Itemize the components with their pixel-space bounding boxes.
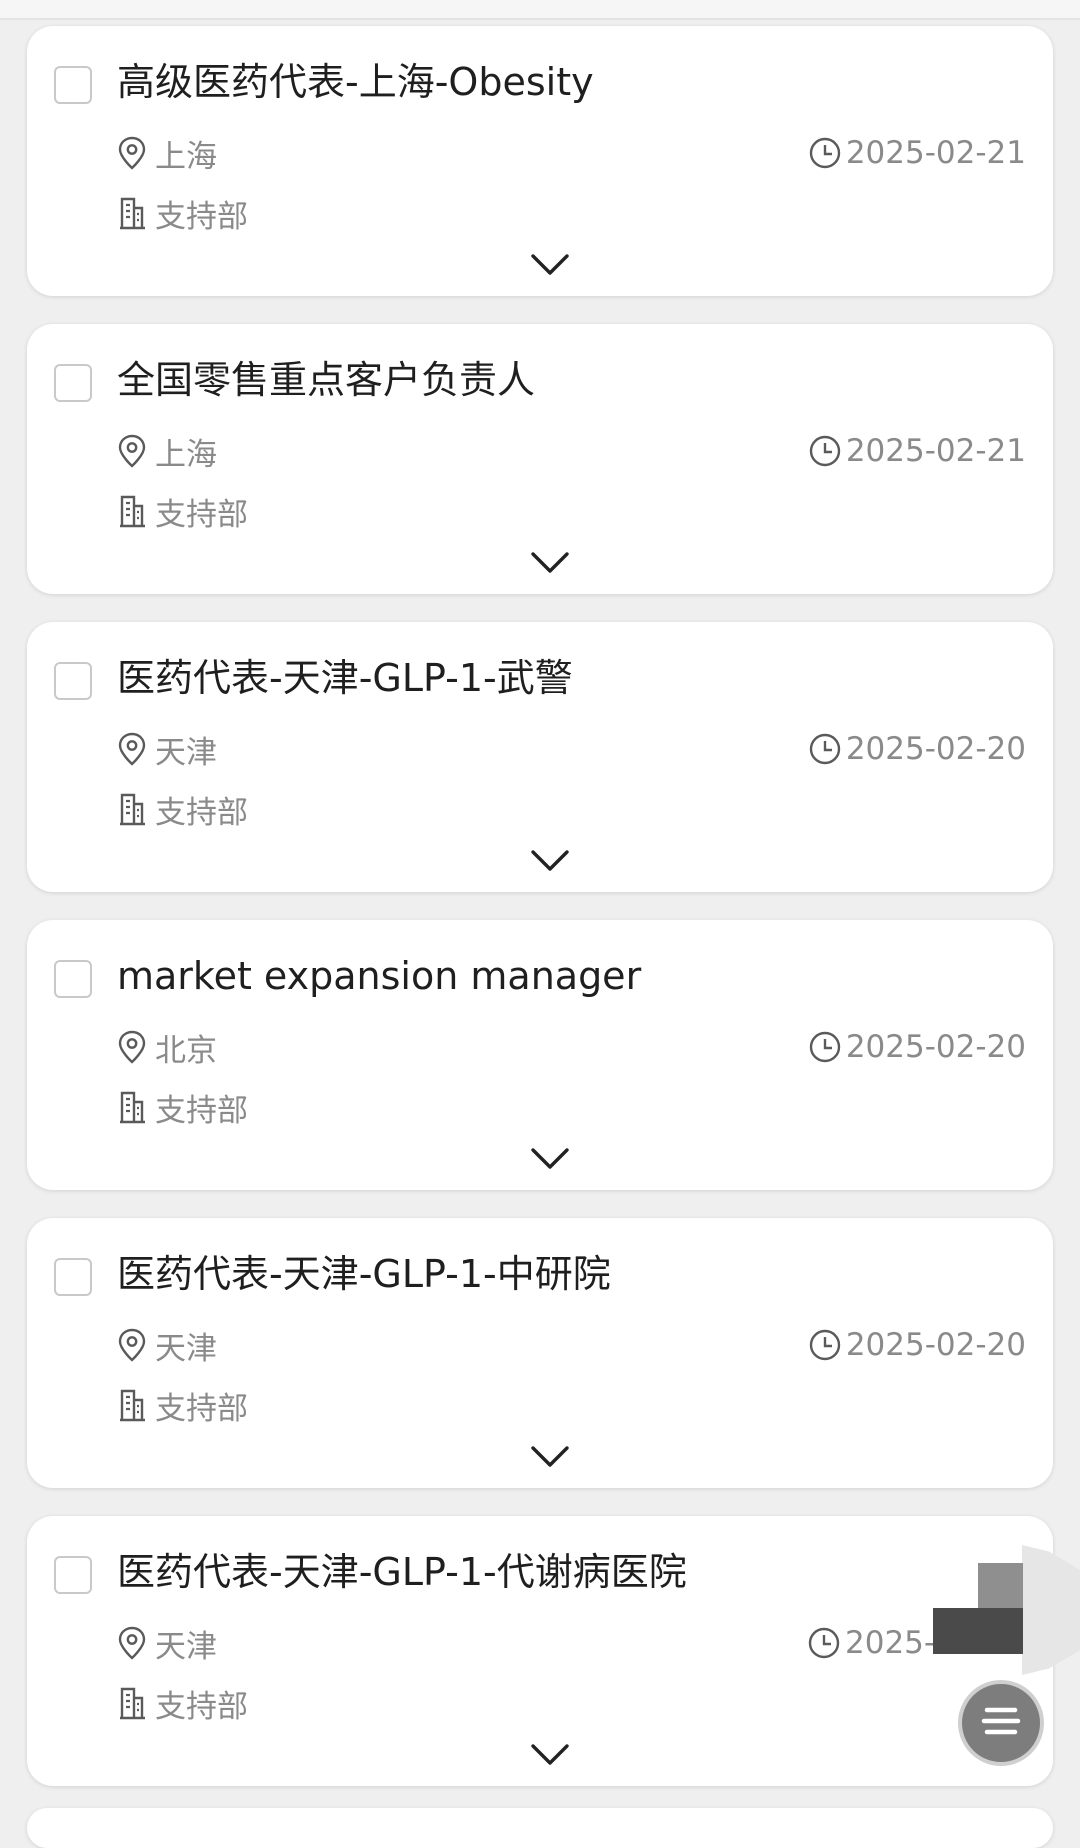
date-text: 2025-02-20 — [845, 1029, 1026, 1065]
building-icon — [117, 1388, 147, 1422]
location-text: 天津 — [155, 1330, 217, 1367]
expand-button[interactable] — [530, 1742, 570, 1772]
select-checkbox[interactable] — [54, 364, 92, 402]
job-date: 2025-02-21 — [808, 133, 1026, 173]
job-card-partial[interactable] — [27, 1808, 1053, 1848]
select-checkbox[interactable] — [54, 960, 92, 998]
job-location: 上海 — [117, 431, 217, 473]
job-title[interactable]: 医药代表-天津-GLP-1-武警 — [117, 652, 573, 704]
select-checkbox[interactable] — [54, 662, 92, 700]
job-title[interactable]: 全国零售重点客户负责人 — [117, 354, 535, 406]
building-icon — [117, 1090, 147, 1124]
department-text: 支持部 — [155, 1092, 248, 1129]
clock-icon — [808, 1328, 842, 1362]
job-card[interactable]: 医药代表-天津-GLP-1-武警 天津 支持部 2025-02-20 — [27, 622, 1053, 892]
job-department: 支持部 — [117, 1683, 248, 1725]
date-text: 2025-02-20 — [845, 1327, 1026, 1363]
job-title[interactable]: 医药代表-天津-GLP-1-代谢病医院 — [117, 1546, 687, 1598]
expand-button[interactable] — [530, 1146, 570, 1176]
job-location: 上海 — [117, 133, 217, 175]
expand-button[interactable] — [530, 550, 570, 580]
job-location: 北京 — [117, 1027, 217, 1069]
job-department: 支持部 — [117, 193, 248, 235]
date-text: 2025-02-21 — [845, 433, 1026, 469]
job-title[interactable]: 高级医药代表-上海-Obesity — [117, 56, 594, 108]
job-card[interactable]: 高级医药代表-上海-Obesity 上海 支持部 2025-02-21 — [27, 26, 1053, 296]
date-text: 2025-02-21 — [845, 135, 1026, 171]
floating-widget[interactable] — [933, 1563, 1023, 1655]
job-location: 天津 — [117, 1623, 217, 1665]
menu-button[interactable] — [958, 1680, 1044, 1766]
location-text: 天津 — [155, 1628, 217, 1665]
floating-widget-block — [978, 1563, 1023, 1608]
date-text: 2025-02-20 — [845, 731, 1026, 767]
select-checkbox[interactable] — [54, 66, 92, 104]
building-icon — [117, 494, 147, 528]
floating-widget-block — [933, 1608, 1023, 1654]
job-department: 支持部 — [117, 789, 248, 831]
job-department: 支持部 — [117, 491, 248, 533]
chevron-down-icon — [530, 252, 570, 282]
job-date: 2025-02-20 — [808, 1325, 1026, 1365]
chevron-down-icon — [530, 1146, 570, 1176]
job-card[interactable]: 医药代表-天津-GLP-1-中研院 天津 支持部 2025-02-20 — [27, 1218, 1053, 1488]
clock-icon — [808, 136, 842, 170]
job-list: 高级医药代表-上海-Obesity 上海 支持部 2025-02-21 全国零售… — [0, 0, 1080, 1848]
building-icon — [117, 1686, 147, 1720]
department-text: 支持部 — [155, 1688, 248, 1725]
job-title[interactable]: 医药代表-天津-GLP-1-中研院 — [117, 1248, 611, 1300]
department-text: 支持部 — [155, 198, 248, 235]
chevron-down-icon — [530, 550, 570, 580]
building-icon — [117, 196, 147, 230]
clock-icon — [808, 434, 842, 468]
location-pin-icon — [117, 1030, 147, 1064]
expand-button[interactable] — [530, 252, 570, 282]
job-department: 支持部 — [117, 1087, 248, 1129]
location-text: 北京 — [155, 1032, 217, 1069]
job-date: 2025-02-21 — [808, 431, 1026, 471]
location-pin-icon — [117, 136, 147, 170]
expand-button[interactable] — [530, 848, 570, 878]
building-icon — [117, 792, 147, 826]
clock-icon — [807, 1626, 841, 1660]
department-text: 支持部 — [155, 794, 248, 831]
select-checkbox[interactable] — [54, 1556, 92, 1594]
job-date: 2025-02-20 — [808, 729, 1026, 769]
job-card[interactable]: 全国零售重点客户负责人 上海 支持部 2025-02-21 — [27, 324, 1053, 594]
job-date: 2025-02-20 — [808, 1027, 1026, 1067]
location-pin-icon — [117, 732, 147, 766]
department-text: 支持部 — [155, 1390, 248, 1427]
job-location: 天津 — [117, 1325, 217, 1367]
chevron-down-icon — [530, 1742, 570, 1772]
location-text: 上海 — [155, 436, 217, 473]
job-location: 天津 — [117, 729, 217, 771]
job-department: 支持部 — [117, 1385, 248, 1427]
location-pin-icon — [117, 1328, 147, 1362]
location-text: 天津 — [155, 734, 217, 771]
expand-button[interactable] — [530, 1444, 570, 1474]
job-card[interactable]: 医药代表-天津-GLP-1-代谢病医院 天津 支持部 2025-0 — [27, 1516, 1053, 1786]
department-text: 支持部 — [155, 496, 248, 533]
job-card[interactable]: market expansion manager 北京 支持部 2025-02-… — [27, 920, 1053, 1190]
clock-icon — [808, 1030, 842, 1064]
chevron-down-icon — [530, 1444, 570, 1474]
job-title[interactable]: market expansion manager — [117, 950, 641, 1002]
clock-icon — [808, 732, 842, 766]
chevron-down-icon — [530, 848, 570, 878]
menu-icon — [979, 1701, 1023, 1745]
select-checkbox[interactable] — [54, 1258, 92, 1296]
location-pin-icon — [117, 434, 147, 468]
location-text: 上海 — [155, 138, 217, 175]
location-pin-icon — [117, 1626, 147, 1660]
